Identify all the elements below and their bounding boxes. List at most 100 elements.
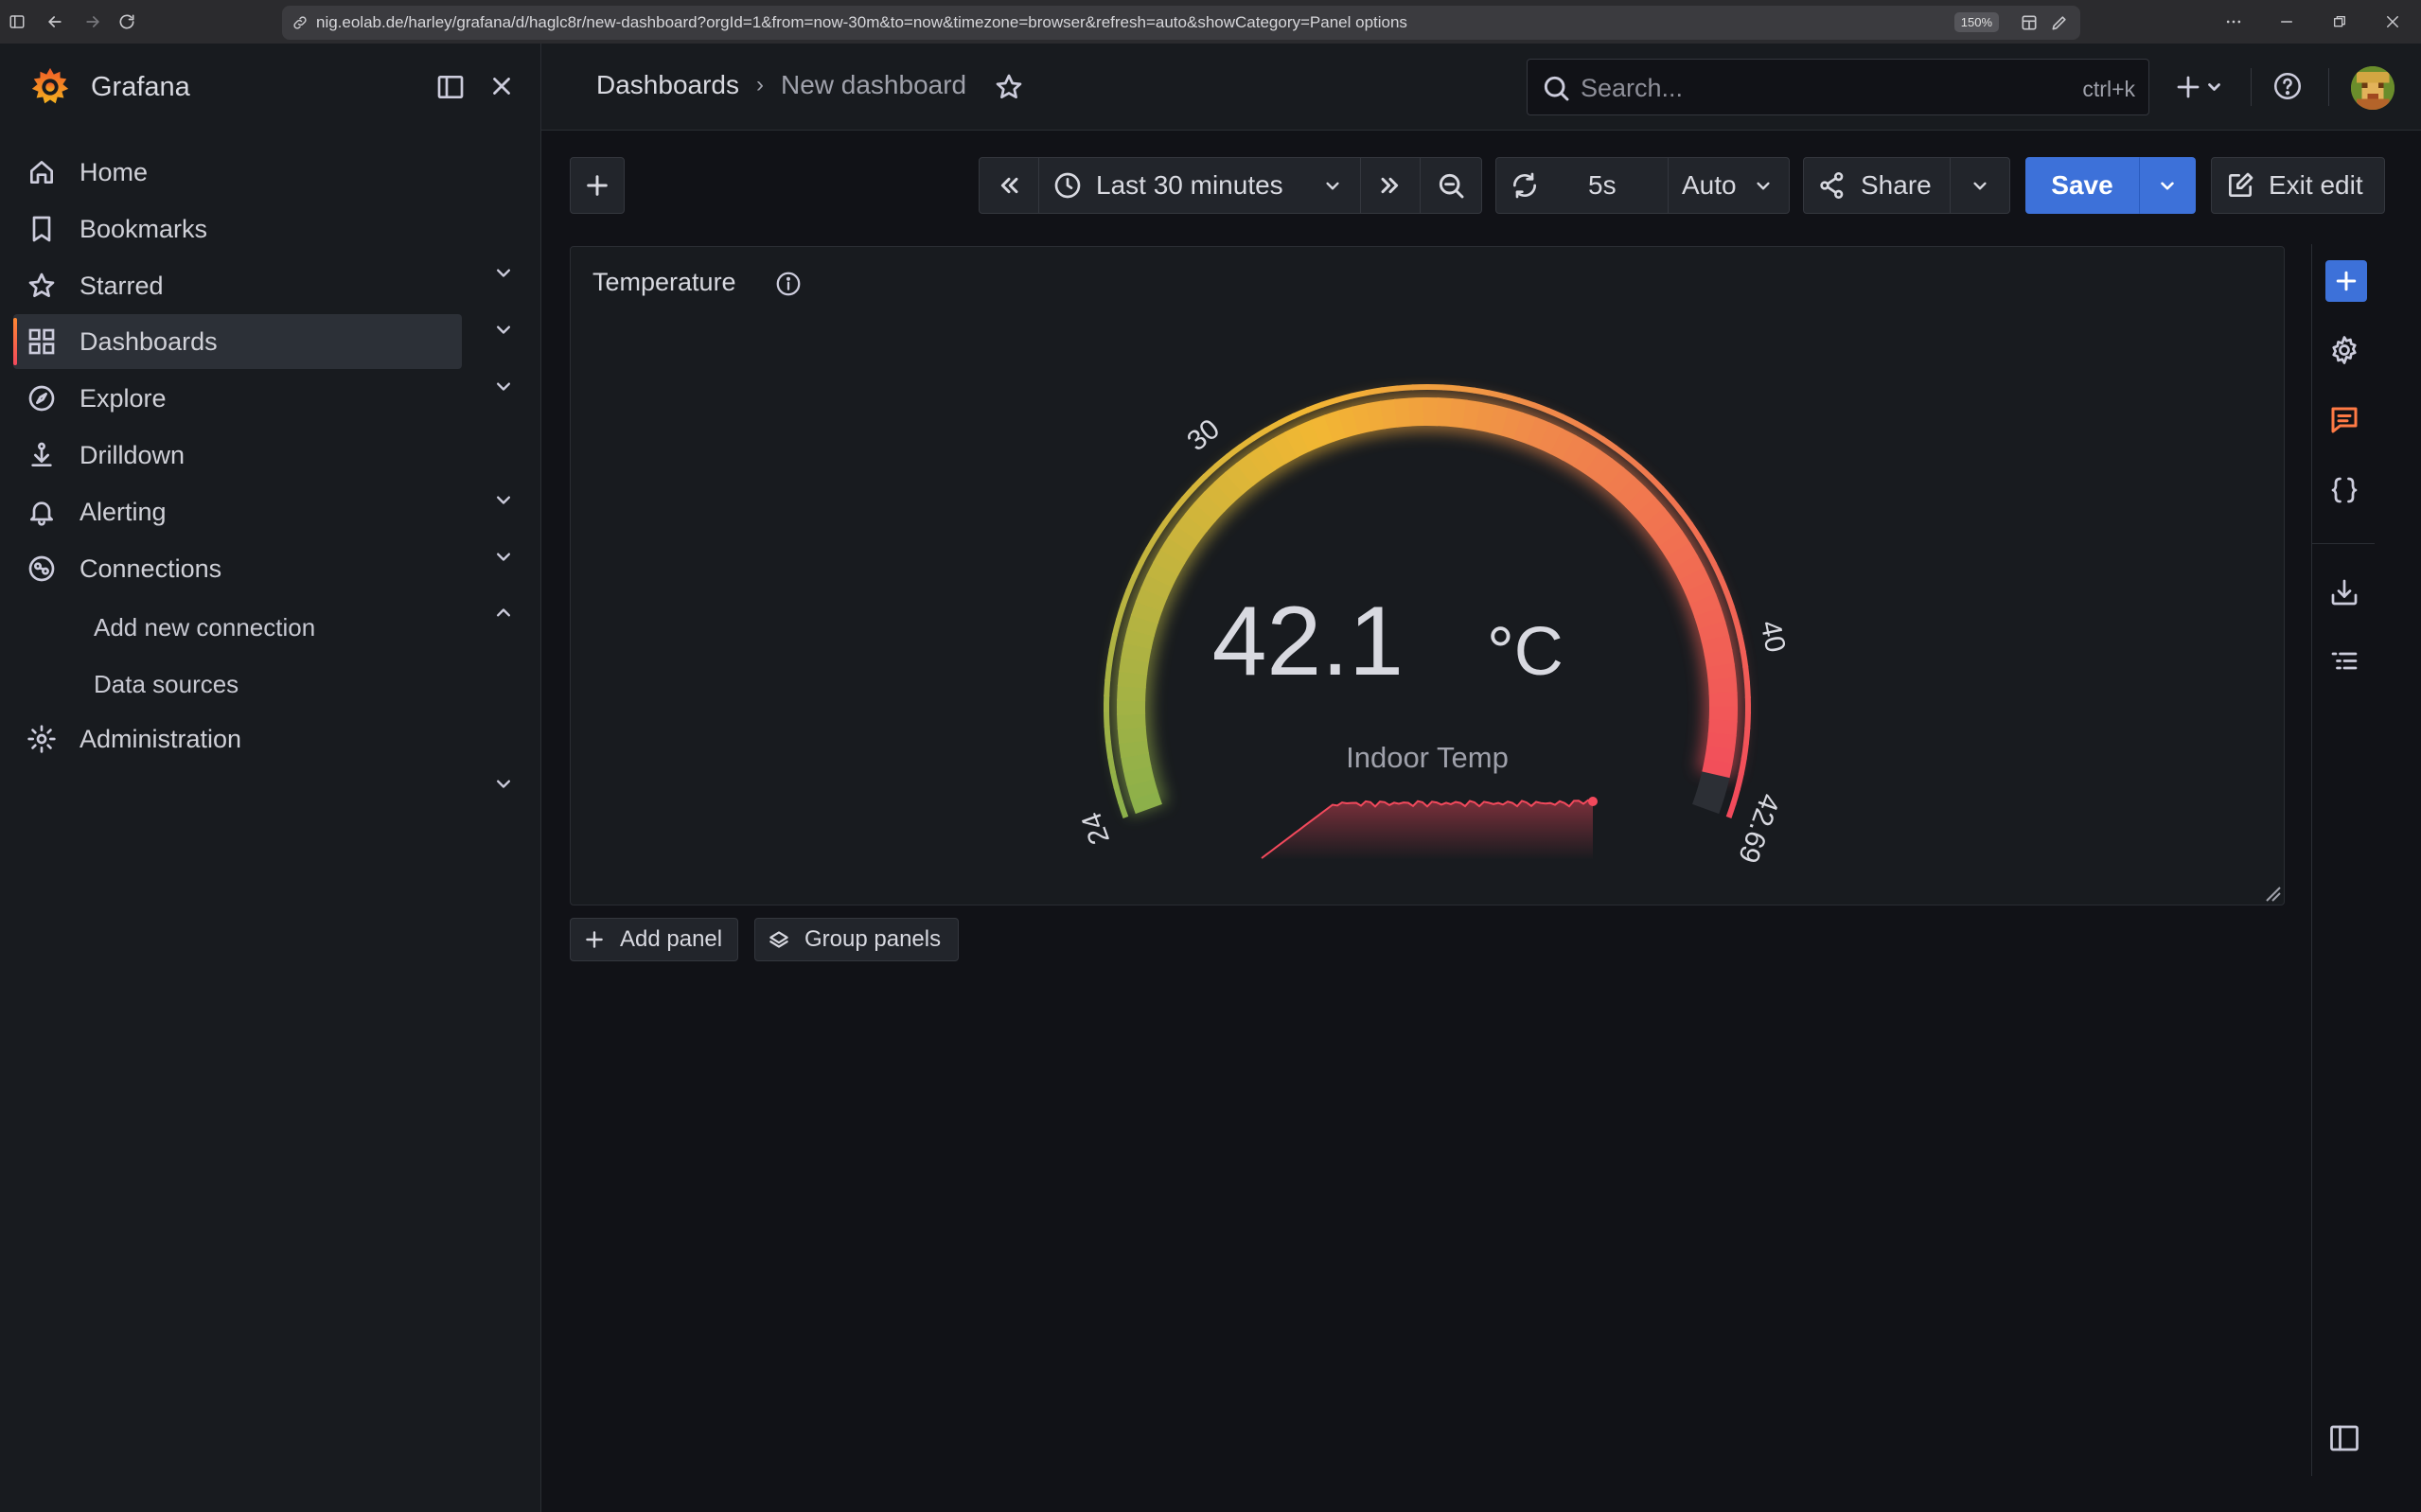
sidebar-item-dashboards[interactable]: Dashboards: [13, 314, 462, 369]
edit-link-icon[interactable]: [2050, 13, 2069, 32]
comment-icon[interactable]: [2327, 403, 2361, 437]
search-input[interactable]: Search... ctrl+k: [1527, 59, 2149, 115]
reload-icon[interactable]: [115, 10, 138, 33]
gauge-threshold-segment: [1411, 384, 1429, 391]
gauge-threshold-segment: [1744, 696, 1752, 714]
gauge-bar-segment: [1708, 692, 1738, 709]
minimize-icon[interactable]: [2275, 10, 2298, 33]
bookmark-icon: [32, 216, 51, 242]
time-range-picker[interactable]: Last 30 minutes: [1038, 157, 1361, 214]
breadcrumb-dashboards[interactable]: Dashboards: [596, 70, 739, 100]
connections-icon: [28, 555, 55, 582]
sidebar-subitem-add-new-connection[interactable]: Add new connection: [94, 613, 315, 642]
refresh-button[interactable]: 5s: [1495, 157, 1669, 214]
angle-double-left-icon: [1000, 177, 1018, 194]
brackets-curly-icon[interactable]: [2327, 473, 2361, 507]
sidebar-item-label: Alerting: [80, 497, 167, 526]
new-menu-button[interactable]: [2169, 66, 2235, 108]
chevron-down-icon[interactable]: [490, 373, 517, 399]
gauge-threshold-segment: [1442, 384, 1460, 392]
breadcrumb-separator: ›: [755, 72, 764, 97]
share-button[interactable]: Share: [1803, 157, 1951, 214]
gauge-threshold-segment: [1725, 801, 1737, 818]
gauge-bar-segment: [1423, 397, 1440, 427]
rail-add-button[interactable]: [2325, 260, 2367, 302]
sidebar-toggle-icon[interactable]: [6, 10, 28, 33]
bell-icon: [30, 501, 53, 526]
exit-edit-button[interactable]: Exit edit: [2211, 157, 2385, 214]
address-bar[interactable]: nig.eolab.de/harley/grafana/d/haglc8r/ne…: [282, 6, 2080, 40]
group-panels-button[interactable]: Group panels: [754, 918, 959, 961]
gauge-threshold-segment: [1741, 742, 1749, 761]
dock-menu-button[interactable]: [435, 72, 468, 104]
gauge-threshold-segment: [1742, 727, 1751, 746]
chevron-down-icon[interactable]: [490, 543, 517, 570]
gauge-bar-segment: [1408, 397, 1425, 427]
sidebar-item-label: Connections: [80, 554, 222, 583]
more-icon[interactable]: [2222, 10, 2245, 33]
zoom-badge[interactable]: 150%: [1953, 12, 1999, 32]
gauge-threshold-segment: [1427, 384, 1445, 391]
gauge-track-segment: [1692, 771, 1730, 815]
chevron-down-icon[interactable]: [490, 316, 517, 343]
share-menu-button[interactable]: [1950, 157, 2010, 214]
zoom-out-button[interactable]: [1420, 157, 1482, 214]
search-shortcut: ctrl+k: [2082, 77, 2135, 101]
plus-icon: [587, 175, 608, 196]
chevron-down-icon: [2161, 182, 2174, 190]
gauge-threshold-segment: [1396, 384, 1414, 392]
site-info-icon[interactable]: [292, 14, 309, 31]
brand[interactable]: Grafana: [28, 64, 190, 110]
chevron-up-icon[interactable]: [490, 600, 517, 626]
sparkline: [1261, 797, 1598, 860]
sidebar-subitem-data-sources[interactable]: Data sources: [94, 670, 239, 699]
sidebar-item-drilldown[interactable]: Drilldown: [13, 428, 462, 483]
gauge-panel[interactable]: Temperature 24 30 40 42.69 42.1 °C Indoor T…: [570, 246, 2285, 905]
close-window-icon[interactable]: [2381, 10, 2404, 33]
sidebar-item-connections[interactable]: Connections: [13, 541, 462, 596]
back-icon[interactable]: [44, 10, 66, 33]
sidebar-item-label: Starred: [80, 271, 164, 300]
chevron-down-icon[interactable]: [490, 770, 517, 797]
dock-right-icon[interactable]: [2327, 1421, 2361, 1455]
search-icon: [1544, 76, 1569, 101]
resize-handle-icon[interactable]: [2263, 884, 2282, 903]
add-panel-label: Add panel: [620, 926, 723, 952]
sidebar-item-home[interactable]: Home: [13, 145, 462, 200]
chevron-down-icon: [1326, 182, 1339, 190]
sidebar-item-label: Bookmarks: [80, 214, 208, 243]
gauge-threshold-segment: [1737, 635, 1746, 653]
gauge-threshold-segment: [1104, 678, 1111, 697]
import-icon[interactable]: [2327, 575, 2361, 609]
reader-view-icon[interactable]: [2020, 13, 2039, 32]
refresh-picker[interactable]: Auto: [1668, 157, 1790, 214]
save-menu-button[interactable]: [2139, 157, 2196, 214]
sidebar-item-bookmarks[interactable]: Bookmarks: [13, 202, 462, 256]
exit-edit-label: Exit edit: [2269, 170, 2363, 200]
cog-icon[interactable]: [2327, 333, 2361, 367]
home-icon: [30, 161, 53, 184]
breadcrumb: Dashboards › New dashboard: [596, 70, 966, 100]
time-forward-button[interactable]: [1360, 157, 1421, 214]
sidebar-item-explore[interactable]: Explore: [13, 371, 462, 426]
outline-list-icon[interactable]: [2327, 645, 2361, 679]
apps-icon: [28, 328, 55, 355]
gauge-track: [1692, 771, 1730, 815]
sidebar-item-administration[interactable]: Administration: [13, 712, 462, 766]
forward-icon[interactable]: [81, 10, 104, 33]
save-button[interactable]: Save: [2025, 157, 2139, 214]
time-back-button[interactable]: [979, 157, 1039, 214]
close-menu-button[interactable]: [487, 72, 520, 104]
help-button[interactable]: [2271, 70, 2306, 104]
chevron-down-icon[interactable]: [490, 259, 517, 286]
add-button[interactable]: [570, 157, 625, 214]
gauge-threshold-segment: [1740, 650, 1749, 668]
avatar[interactable]: [2351, 66, 2394, 110]
grafana-logo-icon: [31, 67, 69, 104]
mark-favorite-button[interactable]: [994, 72, 1026, 104]
sidebar-item-starred[interactable]: Starred: [13, 258, 462, 313]
sidebar-item-alerting[interactable]: Alerting: [13, 484, 462, 539]
restore-icon[interactable]: [2328, 10, 2351, 33]
chevron-down-icon[interactable]: [490, 486, 517, 513]
add-panel-button[interactable]: Add panel: [570, 918, 738, 961]
